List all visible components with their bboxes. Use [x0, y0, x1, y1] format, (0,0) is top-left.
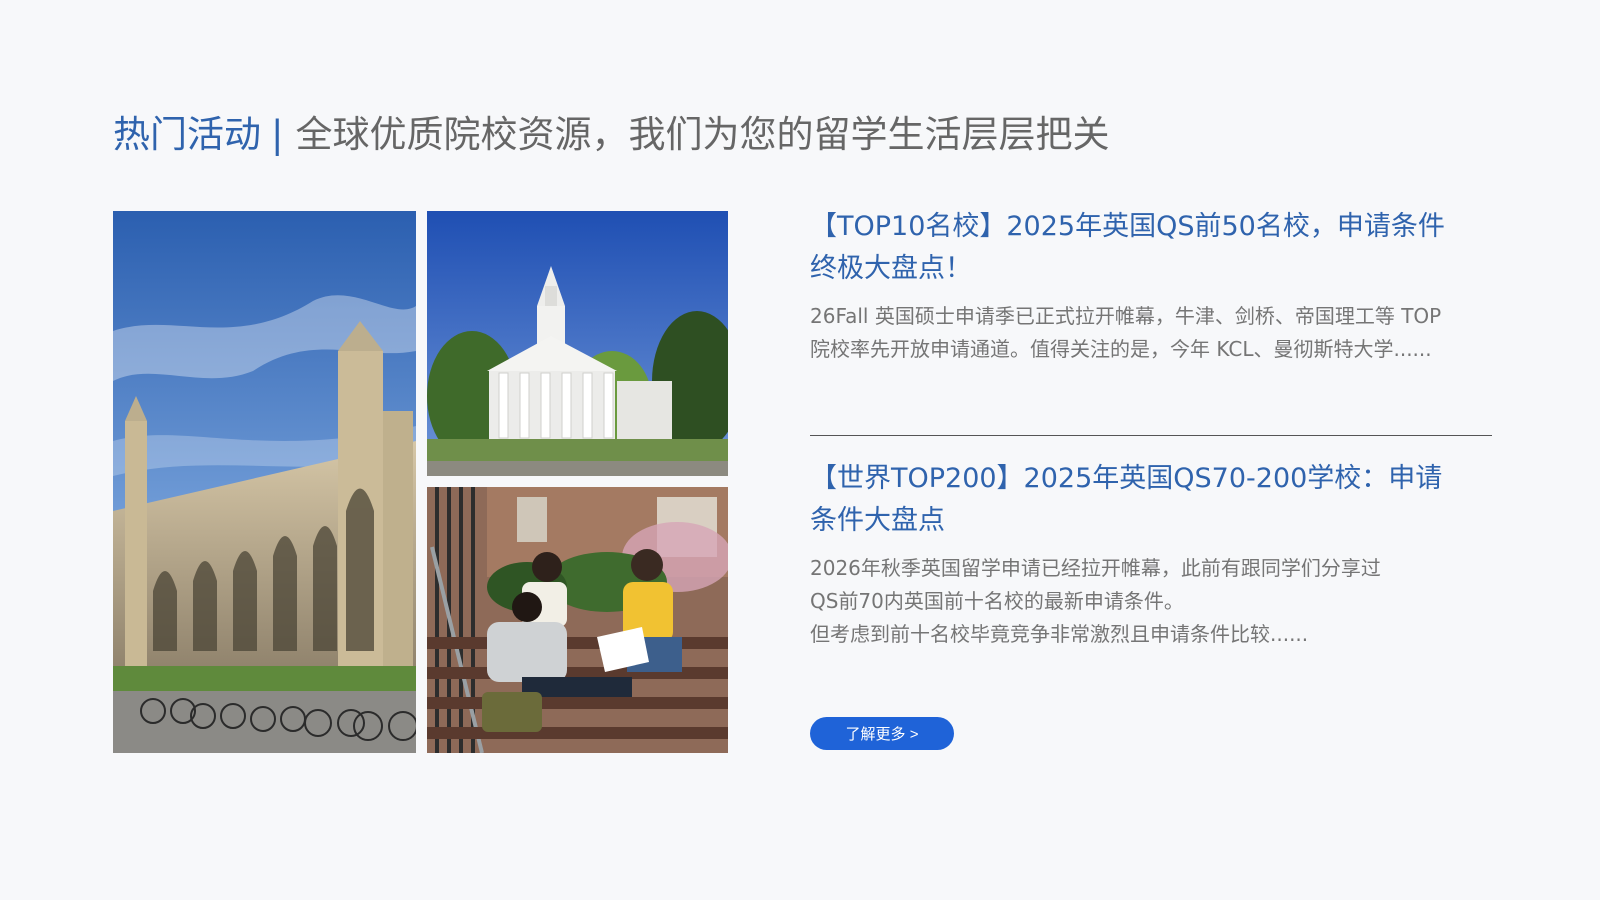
section-heading: 热门活动 | 全球优质院校资源，我们为您的留学生活层层把关 — [113, 110, 1109, 160]
article-item-2[interactable]: 【世界TOP200】2025年英国QS70-200学校：申请条件大盘点 2026… — [810, 458, 1465, 651]
students-photo — [427, 487, 728, 753]
excerpt-line: QS前70内英国前十名校的最新申请条件。 — [810, 589, 1184, 613]
heading-accent: 热门活动 — [113, 113, 261, 156]
article-title-1[interactable]: 【TOP10名校】2025年英国QS前50名校，申请条件终极大盘点！ — [810, 206, 1465, 290]
colonial-building-photo — [427, 211, 728, 476]
article-excerpt-1: 26Fall 英国硕士申请季已正式拉开帷幕，牛津、剑桥、帝国理工等 TOP 院校… — [810, 304, 1442, 361]
chapel-photo — [113, 211, 416, 753]
article-item-1[interactable]: 【TOP10名校】2025年英国QS前50名校，申请条件终极大盘点！ 26Fal… — [810, 206, 1465, 366]
article-divider — [810, 435, 1492, 436]
learn-more-button[interactable]: 了解更多 > — [810, 717, 954, 750]
heading-separator: | — [271, 113, 284, 156]
article-excerpt-2: 2026年秋季英国留学申请已经拉开帷幕，此前有跟同学们分享过 QS前70内英国前… — [810, 552, 1465, 651]
heading-subtitle: 全球优质院校资源，我们为您的留学生活层层把关 — [295, 113, 1110, 156]
excerpt-line: 但考虑到前十名校毕竟竞争非常激烈且申请条件比较...... — [810, 622, 1309, 646]
article-title-2[interactable]: 【世界TOP200】2025年英国QS70-200学校：申请条件大盘点 — [810, 458, 1465, 542]
excerpt-line: 2026年秋季英国留学申请已经拉开帷幕，此前有跟同学们分享过 — [810, 556, 1381, 580]
